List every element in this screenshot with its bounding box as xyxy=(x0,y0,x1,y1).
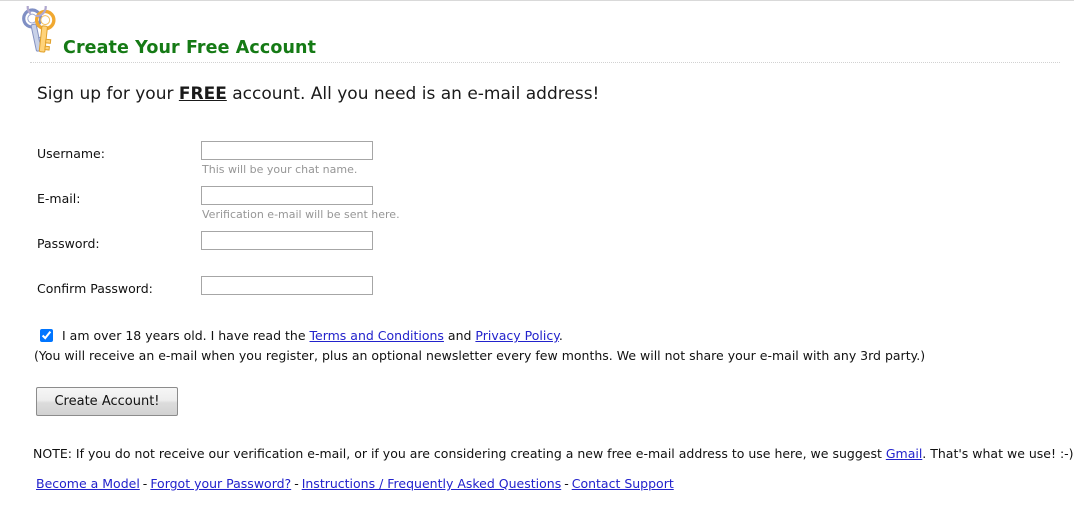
footer-separator-2: - xyxy=(294,476,299,491)
header-divider xyxy=(30,62,1060,64)
username-label: Username: xyxy=(37,146,105,161)
intro-free-emphasis: FREE xyxy=(178,84,227,104)
field-row-email: E-mail: Verification e-mail will be sent… xyxy=(37,186,737,231)
confirm-password-label: Confirm Password: xyxy=(37,281,153,296)
username-input[interactable] xyxy=(201,141,373,160)
note-after: . That's what we use! :-) xyxy=(922,446,1074,461)
page-header: Create Your Free Account xyxy=(0,0,1074,63)
instructions-faq-link[interactable]: Instructions / Frequently Asked Question… xyxy=(302,476,562,491)
gmail-link[interactable]: Gmail xyxy=(886,446,922,461)
consent-block: I am over 18 years old. I have read the … xyxy=(34,328,1057,363)
consent-text-before: I am over 18 years old. I have read the xyxy=(62,328,310,343)
verification-note: NOTE: If you do not receive our verifica… xyxy=(33,446,1074,461)
terms-and-conditions-link[interactable]: Terms and Conditions xyxy=(310,328,444,343)
forgot-password-link[interactable]: Forgot your Password? xyxy=(150,476,291,491)
password-label: Password: xyxy=(37,236,100,251)
create-account-button[interactable]: Create Account! xyxy=(36,387,178,416)
email-input[interactable] xyxy=(201,186,373,205)
note-before: NOTE: If you do not receive our verifica… xyxy=(33,446,886,461)
age-consent-checkbox[interactable] xyxy=(40,329,53,342)
consent-disclaimer: (You will receive an e-mail when you reg… xyxy=(34,348,926,363)
become-a-model-link[interactable]: Become a Model xyxy=(36,476,140,491)
footer-links: Become a Model - Forgot your Password? - Ins… xyxy=(36,476,674,491)
field-row-confirm-password: Confirm Password: xyxy=(37,276,737,321)
privacy-policy-link[interactable]: Privacy Policy xyxy=(475,328,558,343)
consent-text-after: . xyxy=(558,328,563,343)
footer-separator-1: - xyxy=(142,476,148,491)
email-hint: Verification e-mail will be sent here. xyxy=(202,208,400,221)
contact-support-link[interactable]: Contact Support xyxy=(572,476,674,491)
email-label: E-mail: xyxy=(37,191,81,206)
top-hairline xyxy=(0,0,1074,1)
keys-icon xyxy=(18,0,64,56)
page-title: Create Your Free Account xyxy=(63,38,317,58)
consent-line: I am over 18 years old. I have read the … xyxy=(37,328,1057,345)
intro-text: Sign up for your FREE account. All you n… xyxy=(37,84,599,104)
consent-text-between: and xyxy=(443,328,476,343)
signup-form: Username: This will be your chat name. E… xyxy=(37,141,737,321)
intro-after: account. All you need is an e-mail addre… xyxy=(226,84,600,104)
footer-separator-3: - xyxy=(564,476,569,491)
username-hint: This will be your chat name. xyxy=(202,163,358,176)
consent-text: I am over 18 years old. I have read the … xyxy=(62,328,563,343)
field-row-username: Username: This will be your chat name. xyxy=(37,141,737,186)
field-row-password: Password: xyxy=(37,231,737,276)
confirm-password-input[interactable] xyxy=(201,276,373,295)
password-input[interactable] xyxy=(201,231,373,250)
intro-before: Sign up for your xyxy=(37,84,179,104)
